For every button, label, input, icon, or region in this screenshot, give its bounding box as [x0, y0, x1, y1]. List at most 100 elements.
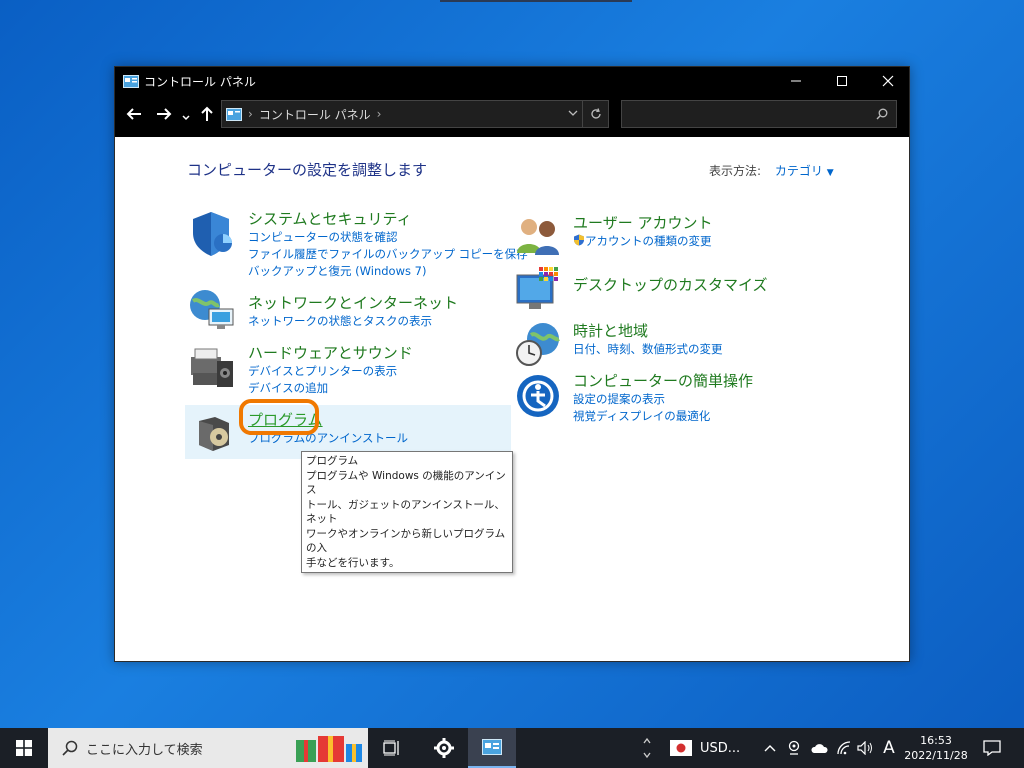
backup-restore-link[interactable]: バックアップと復元 (Windows 7)	[248, 263, 528, 280]
up-button[interactable]	[199, 106, 215, 126]
user-accounts-icon[interactable]	[515, 215, 563, 255]
address-bar[interactable]: › コントロール パネル ›	[221, 100, 609, 128]
search-input[interactable]	[622, 101, 862, 127]
show-hidden-icons-button[interactable]	[760, 728, 780, 768]
control-panel-icon	[123, 74, 139, 88]
tooltip-line: プログラム	[306, 455, 359, 467]
windows-logo-icon	[16, 740, 32, 756]
printer-speaker-icon[interactable]	[187, 343, 237, 393]
refresh-icon	[590, 108, 601, 119]
search-box[interactable]	[621, 100, 897, 128]
currency-text[interactable]: USD...	[700, 741, 740, 756]
currency-widget[interactable]: USD...	[660, 728, 750, 768]
taskbar: ここに入力して検索 USD... A 16:53 2022/11/28	[0, 728, 1024, 768]
taskbar-search-placeholder[interactable]: ここに入力して検索	[86, 739, 203, 758]
highlight-ring	[239, 399, 319, 435]
up-arrow-icon	[201, 106, 213, 121]
window-title: コントロール パネル	[144, 74, 256, 89]
tray-time: 16:53	[920, 734, 952, 747]
taskbar-control-panel-button[interactable]	[468, 728, 516, 768]
refresh-button[interactable]	[582, 101, 608, 127]
onedrive-tray-button[interactable]	[808, 728, 830, 768]
gear-icon	[434, 738, 454, 758]
japan-flag-icon	[670, 740, 692, 756]
uac-shield-icon	[574, 234, 584, 246]
clock-globe-icon[interactable]	[515, 321, 563, 367]
speaker-icon	[857, 741, 872, 755]
tray-date: 2022/11/28	[904, 749, 968, 762]
chevron-updown-icon	[643, 737, 651, 759]
taskbar-search-box[interactable]: ここに入力して検索	[48, 728, 368, 768]
programs-tooltip: プログラム プログラムや Windows の機能のアンインス トール、ガジェット…	[301, 451, 513, 573]
desktop-customization-link[interactable]: デスクトップのカスタマイズ	[573, 274, 768, 295]
recommended-settings-link[interactable]: 設定の提案の表示	[573, 391, 753, 408]
category-ease-of-access: コンピューターの簡単操作 設定の提案の表示 視覚ディスプレイの最適化	[573, 370, 753, 425]
view-by-dropdown[interactable]: カテゴリ ▼	[775, 164, 834, 178]
chevron-down-icon	[568, 110, 578, 116]
chevron-up-icon	[764, 745, 776, 752]
action-center-button[interactable]	[976, 728, 1008, 768]
meet-now-tray-button[interactable]	[784, 728, 804, 768]
close-icon	[882, 75, 894, 87]
ease-of-access-icon[interactable]	[515, 373, 561, 419]
network-status-link[interactable]: ネットワークの状態とタスクの表示	[248, 313, 458, 330]
clock-tray[interactable]: 16:53 2022/11/28	[902, 728, 970, 768]
breadcrumb-separator-icon: ›	[248, 107, 253, 121]
add-device-link[interactable]: デバイスの追加	[248, 380, 413, 397]
tooltip-line: プログラムや Windows の機能のアンインス	[306, 469, 506, 497]
date-time-format-link[interactable]: 日付、時刻、数値形式の変更	[573, 341, 723, 358]
start-button[interactable]	[0, 728, 48, 768]
file-history-link[interactable]: ファイル履歴でファイルのバックアップ コピーを保存	[248, 246, 528, 263]
volume-tray-button[interactable]	[856, 728, 876, 768]
system-security-link[interactable]: システムとセキュリティ	[248, 208, 528, 229]
user-accounts-link[interactable]: ユーザー アカウント	[573, 212, 712, 233]
task-view-icon	[383, 740, 399, 756]
breadcrumb-control-panel[interactable]: コントロール パネル	[259, 106, 371, 123]
task-view-button[interactable]	[372, 728, 412, 768]
minimize-button[interactable]	[773, 67, 819, 95]
network-tray-button[interactable]	[834, 728, 854, 768]
devices-printers-link[interactable]: デバイスとプリンターの表示	[248, 363, 413, 380]
network-internet-link[interactable]: ネットワークとインターネット	[248, 292, 458, 313]
taskbar-settings-button[interactable]	[424, 728, 464, 768]
breadcrumb-chevron-icon[interactable]: ›	[377, 107, 382, 121]
search-icon	[62, 740, 78, 756]
tooltip-line: ワークやオンラインから新しいプログラムの入	[306, 527, 506, 555]
overflow-scroll-button[interactable]	[638, 728, 656, 768]
shield-icon[interactable]	[187, 209, 237, 259]
change-account-type-text[interactable]: アカウントの種類の変更	[585, 234, 712, 248]
recent-locations-button[interactable]	[181, 108, 191, 127]
category-user-accounts: ユーザー アカウント アカウントの種類の変更	[573, 212, 712, 250]
title-bar[interactable]: コントロール パネル	[115, 67, 909, 95]
clock-region-link[interactable]: 時計と地域	[573, 320, 723, 341]
change-account-type-link[interactable]: アカウントの種類の変更	[573, 233, 712, 250]
page-heading: コンピューターの設定を調整します	[187, 161, 428, 179]
hardware-sound-link[interactable]: ハードウェアとサウンド	[248, 342, 413, 363]
back-button[interactable]	[121, 106, 147, 127]
category-clock-region: 時計と地域 日付、時刻、数値形式の変更	[573, 320, 723, 358]
webcam-icon	[788, 740, 800, 755]
cloud-icon	[811, 744, 828, 753]
minimize-icon	[791, 80, 801, 82]
back-arrow-icon	[126, 108, 141, 120]
forward-button[interactable]	[151, 106, 177, 127]
maximize-button[interactable]	[819, 67, 865, 95]
control-panel-small-icon	[226, 107, 242, 121]
tooltip-line: トール、ガジェットのアンインストール、ネット	[306, 498, 505, 526]
optimize-display-link[interactable]: 視覚ディスプレイの最適化	[573, 408, 753, 425]
view-by-value[interactable]: カテゴリ	[775, 164, 823, 178]
maximize-icon	[837, 76, 847, 86]
close-button[interactable]	[865, 67, 911, 95]
chevron-down-icon	[182, 115, 190, 121]
view-by: 表示方法: カテゴリ ▼	[709, 162, 834, 179]
desktop-top-window-edge	[440, 0, 632, 2]
programs-box-icon[interactable]	[195, 413, 233, 453]
category-network: ネットワークとインターネット ネットワークの状態とタスクの表示	[248, 292, 458, 330]
network-globe-icon[interactable]	[187, 287, 237, 335]
address-dropdown-button[interactable]	[568, 107, 578, 121]
ease-of-access-link[interactable]: コンピューターの簡単操作	[573, 370, 753, 391]
gift-boxes-icon[interactable]	[296, 732, 364, 764]
check-status-link[interactable]: コンピューターの状態を確認	[248, 229, 528, 246]
ime-mode-indicator[interactable]: A	[878, 728, 900, 768]
desktop-personalization-icon[interactable]	[515, 267, 563, 311]
